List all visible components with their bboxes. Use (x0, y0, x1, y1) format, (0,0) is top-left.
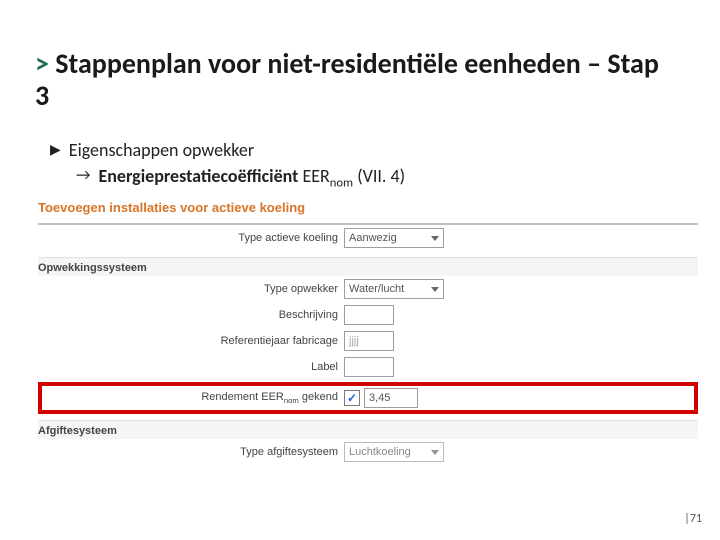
label-rendement-post: gekend (299, 391, 338, 403)
input-refjaar[interactable]: jjjj (344, 331, 394, 351)
select-type-opwekker[interactable]: Water/lucht (344, 279, 444, 299)
row-beschrijving: Beschrijving (38, 302, 698, 328)
highlight-rendement: Rendement EERnom gekend 3,45 (38, 382, 698, 414)
form-panel: Type actieve koeling Aanwezig Opwekkings… (38, 223, 698, 465)
label-label: Label (38, 361, 344, 373)
row-type-opwekker: Type opwekker Water/lucht (38, 276, 698, 302)
select-type-active[interactable]: Aanwezig (344, 228, 444, 248)
label-type-opwekker: Type opwekker (38, 283, 344, 295)
section-opwekking: Opwekkingssysteem (38, 257, 698, 276)
chevron-down-icon (431, 450, 439, 455)
checkbox-rendement-gekend[interactable] (344, 390, 360, 406)
chevron-down-icon (431, 287, 439, 292)
bullet1-marker-icon: ▶ (50, 138, 61, 162)
select-type-active-value: Aanwezig (349, 229, 397, 247)
input-label[interactable] (344, 357, 394, 377)
label-type-afgifte: Type afgiftesysteem (38, 446, 344, 458)
label-rendement: Rendement EERnom gekend (46, 391, 344, 405)
bullet2-tail: (VII. 4) (353, 165, 405, 187)
select-type-afgifte-value: Luchtkoeling (349, 443, 411, 461)
row-type-afgifte: Type afgiftesysteem Luchtkoeling (38, 439, 698, 465)
bullet-list: ▶ Eigenschappen opwekker → Energiepresta… (50, 138, 405, 192)
input-rendement-value[interactable]: 3,45 (364, 388, 418, 408)
bullet-level2: → Energieprestatiecoëfficiënt EERnom (VI… (76, 164, 405, 192)
bullet2-strong: Energieprestatiecoëfficiënt (98, 165, 298, 187)
bullet1-text: Eigenschappen opwekker (69, 138, 254, 162)
slide-title: > Stappenplan voor niet-residentiële een… (35, 48, 675, 112)
label-rendement-pre: Rendement EER (201, 391, 284, 403)
select-type-opwekker-value: Water/lucht (349, 280, 404, 298)
select-type-afgifte[interactable]: Luchtkoeling (344, 442, 444, 462)
form-heading: Toevoegen installaties voor actieve koel… (38, 200, 698, 215)
bullet2-arrow-icon: → (76, 164, 90, 188)
row-refjaar: Referentiejaar fabricage jjjj (38, 328, 698, 354)
section-afgifte: Afgiftesysteem (38, 420, 698, 439)
page-number: |71 (684, 512, 702, 526)
label-beschrijving: Beschrijving (38, 309, 344, 321)
bullet2-text: Energieprestatiecoëfficiënt EERnom (VII.… (98, 164, 405, 192)
bullet-level1: ▶ Eigenschappen opwekker (50, 138, 405, 162)
title-chevron: > (35, 46, 49, 81)
label-refjaar: Referentiejaar fabricage (38, 335, 344, 347)
chevron-down-icon (431, 236, 439, 241)
bullet2-rest: EER (298, 165, 329, 187)
row-type-active: Type actieve koeling Aanwezig (38, 225, 698, 251)
row-rendement: Rendement EERnom gekend 3,45 (46, 388, 690, 408)
label-rendement-sub: nom (284, 396, 299, 405)
title-text: Stappenplan voor niet-residentiële eenhe… (35, 46, 659, 113)
input-beschrijving[interactable] (344, 305, 394, 325)
label-type-active: Type actieve koeling (38, 232, 344, 244)
form-screenshot: Toevoegen installaties voor actieve koel… (38, 200, 698, 465)
bullet2-sub: nom (330, 176, 353, 191)
row-label: Label (38, 354, 698, 380)
